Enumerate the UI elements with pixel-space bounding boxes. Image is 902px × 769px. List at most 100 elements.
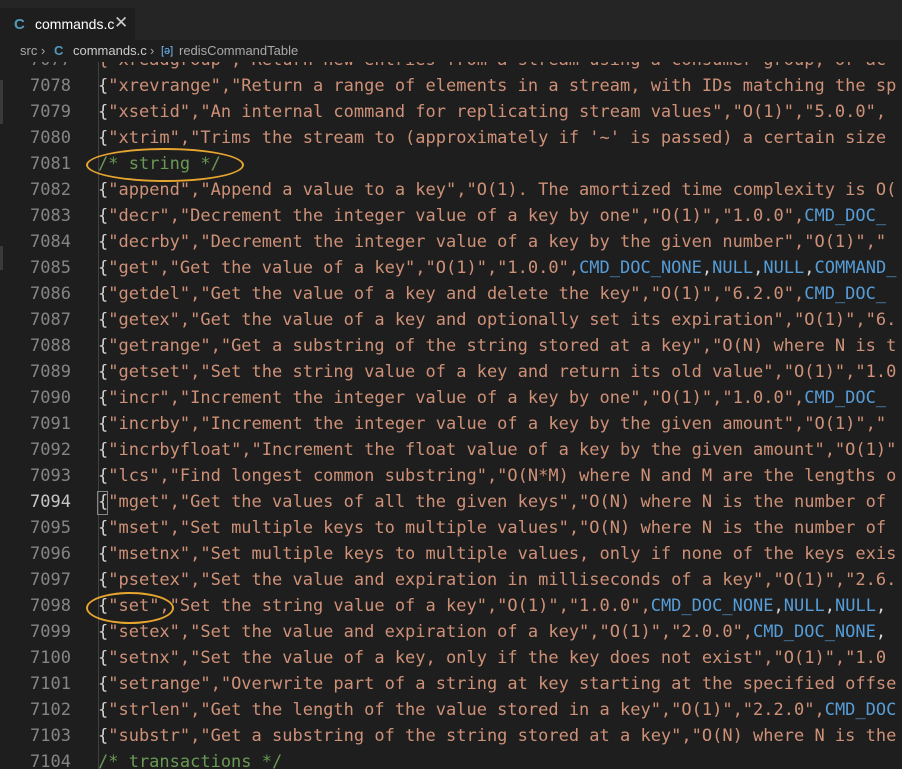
code-line[interactable]: 7089 {"getset","Set the string value of a… [0, 359, 902, 385]
line-number: 7094 [30, 492, 71, 512]
code-token: NULL [763, 258, 805, 278]
code-line[interactable]: 7091 {"incrby","Increment the integer val… [0, 411, 902, 437]
code-line[interactable]: 7082 {"append","Append a value to a key",… [0, 177, 902, 203]
code-text: {"decrby","Decrement the integer value o… [98, 229, 886, 255]
code-text: {"set","Set the string value of a key","… [98, 593, 886, 619]
code-token: "mset","Set multiple keys to multiple va… [108, 518, 887, 538]
code-text: {"mget","Get the values of all the given… [98, 489, 886, 515]
code-token: COMMAND_ [814, 258, 897, 278]
code-token: "getrange","Get a substring of the strin… [108, 336, 897, 356]
code-token: "xtrim","Trims the stream to (approximat… [108, 128, 887, 148]
code-token: "getdel","Get the value of a key and del… [108, 284, 805, 304]
code-token: NULL [834, 596, 876, 616]
code-text: {"msetnx","Set multiple keys to multiple… [98, 541, 896, 567]
code-line[interactable]: 7097 {"psetex","Set the value and expirat… [0, 567, 902, 593]
code-token: { [98, 622, 109, 642]
code-text: {"get","Get the value of a key","O(1)","… [98, 255, 896, 281]
code-token: CMD_DOC_NONE [753, 622, 876, 642]
breadcrumb-folder[interactable]: src [20, 43, 37, 58]
line-number: 7088 [30, 336, 71, 356]
line-number: 7091 [30, 414, 71, 434]
code-token: CMD_DOC_NONE [650, 596, 774, 616]
code-token: "set","Set the string value of a key","O… [108, 596, 651, 616]
code-text: {"decr","Decrement the integer value of … [98, 203, 886, 229]
line-number: 7081 [30, 154, 71, 174]
code-line[interactable]: 7083 {"decr","Decrement the integer value… [0, 203, 902, 229]
line-number: 7083 [30, 206, 71, 226]
code-text: {"xrevrange","Return a range of elements… [98, 73, 896, 99]
code-line[interactable]: 7084 {"decrby","Decrement the integer val… [0, 229, 902, 255]
c-file-icon: C [54, 43, 64, 58]
code-line[interactable]: 7096 {"msetnx","Set multiple keys to mult… [0, 541, 902, 567]
line-number: 7077 [0, 62, 71, 73]
line-number: 7102 [30, 700, 71, 720]
line-number: 7093 [30, 466, 71, 486]
code-text: {"setex","Set the value and expiration o… [98, 619, 886, 645]
code-token: { [98, 440, 109, 460]
code-line[interactable]: 7077 {"xreadgroup","Return new entries fr… [0, 62, 902, 73]
code-token: "psetex","Set the value and expiration i… [108, 570, 897, 590]
code-text: {"incr","Increment the integer value of … [98, 385, 886, 411]
code-token: "incrby","Increment the integer value of… [108, 414, 887, 434]
code-line[interactable]: 7085 {"get","Get the value of a key","O(1… [0, 255, 902, 281]
line-number: 7095 [30, 518, 71, 538]
tab-bar: C commands.c ✕ [0, 0, 902, 40]
code-token: "msetnx","Set multiple keys to multiple … [108, 544, 897, 564]
tab-commands-c[interactable]: C commands.c ✕ [0, 8, 135, 40]
code-token: { [98, 362, 109, 382]
breadcrumb-file[interactable]: commands.c [73, 43, 147, 58]
close-icon[interactable]: ✕ [114, 13, 128, 33]
code-line[interactable]: 7090 {"incr","Increment the integer value… [0, 385, 902, 411]
line-number: 7098 [30, 596, 71, 616]
chevron-right-icon: › [150, 43, 155, 58]
code-text: {"strlen","Get the length of the value s… [98, 697, 896, 723]
code-token: "decr","Decrement the integer value of a… [108, 206, 805, 226]
code-token: { [98, 700, 109, 720]
code-token: { [98, 570, 109, 590]
bracket-match-box [97, 491, 108, 515]
code-token: NULL [712, 258, 754, 278]
code-text: {"xtrim","Trims the stream to (approxima… [98, 125, 886, 151]
code-line[interactable]: 7102 {"strlen","Get the length of the val… [0, 697, 902, 723]
line-number: 7078 [30, 76, 71, 96]
code-line[interactable]: 7079 {"xsetid","An internal command for r… [0, 99, 902, 125]
line-number: 7090 [30, 388, 71, 408]
code-token: { [98, 648, 109, 668]
code-token: , [753, 258, 764, 278]
code-token: "decrby","Decrement the integer value of… [108, 232, 887, 252]
code-line[interactable]: 7104 /* transactions */ [0, 749, 902, 769]
code-token: , [875, 622, 887, 642]
code-line[interactable]: 7078 {"xrevrange","Return a range of elem… [0, 73, 902, 99]
code-line[interactable]: 7094 {"mget","Get the values of all the g… [0, 489, 902, 515]
code-token: , [773, 596, 784, 616]
code-token: "getex","Get the value of a key and opti… [108, 310, 897, 330]
code-text: {"incrby","Increment the integer value o… [98, 411, 886, 437]
code-line[interactable]: 7080 {"xtrim","Trims the stream to (appro… [0, 125, 902, 151]
code-token: "xsetid","An internal command for replic… [108, 102, 887, 122]
breadcrumb-symbol[interactable]: redisCommandTable [179, 43, 298, 58]
code-line[interactable]: 7086 {"getdel","Get the value of a key an… [0, 281, 902, 307]
code-line[interactable]: 7095 {"mset","Set multiple keys to multip… [0, 515, 902, 541]
code-token: { [98, 544, 109, 564]
code-text: {"append","Append a value to a key","O(1… [98, 177, 896, 203]
code-line[interactable]: 7093 {"lcs","Find longest common substrin… [0, 463, 902, 489]
code-line[interactable]: 7088 {"getrange","Get a substring of the … [0, 333, 902, 359]
code-text: {"getdel","Get the value of a key and de… [98, 281, 886, 307]
code-text: {"getrange","Get a substring of the stri… [98, 333, 896, 359]
code-text: {"xsetid","An internal command for repli… [98, 99, 886, 125]
code-line[interactable]: 7087 {"getex","Get the value of a key and… [0, 307, 902, 333]
code-token: CMD_DOC_ [804, 388, 887, 408]
code-token: "setrange","Overwrite part of a string a… [108, 674, 897, 694]
code-token: "lcs","Find longest common substring","O… [108, 466, 897, 486]
code-token: CMD_DOC [824, 700, 897, 720]
code-line[interactable]: 7100 {"setnx","Set the value of a key, on… [0, 645, 902, 671]
line-number: 7096 [30, 544, 71, 564]
code-line[interactable]: 7092 {"incrbyfloat","Increment the float … [0, 437, 902, 463]
code-token: "mget","Get the values of all the given … [108, 492, 887, 512]
code-line[interactable]: 7103 {"substr","Get a substring of the st… [0, 723, 902, 749]
code-token: CMD_DOC_ [804, 206, 887, 226]
code-line[interactable]: 7101 {"setrange","Overwrite part of a str… [0, 671, 902, 697]
code-token: { [98, 518, 109, 538]
code-token: , [804, 258, 815, 278]
code-text: {"lcs","Find longest common substring","… [98, 463, 896, 489]
